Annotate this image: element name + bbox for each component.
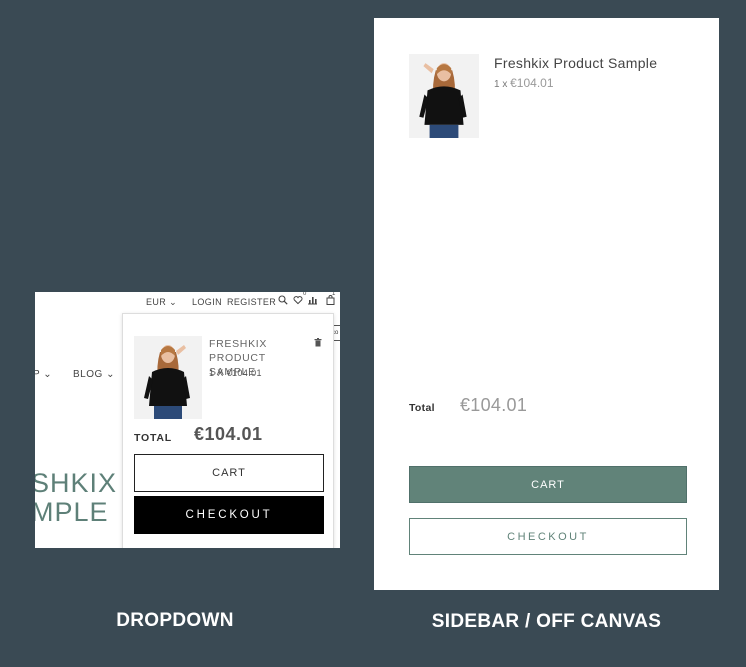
dropdown-preview: EUR ⌄ LOGIN REGISTER 0 1 P ⌄ BLOG ⌄ SHKI… (35, 292, 340, 548)
cart-count-badge: 1 (332, 292, 336, 297)
top-bar: EUR ⌄ LOGIN REGISTER 0 1 (35, 292, 340, 312)
currency-selector[interactable]: EUR ⌄ (146, 297, 177, 308)
nav-item-blog[interactable]: BLOG ⌄ (73, 369, 115, 380)
product-quantity-price: 1 x €104.01 (494, 76, 554, 90)
register-link[interactable]: REGISTER (227, 297, 276, 307)
product-thumbnail[interactable] (134, 336, 202, 419)
total-label: TOTAL (134, 432, 173, 444)
dropdown-caption: DROPDOWN (116, 610, 234, 631)
trash-icon[interactable] (314, 338, 322, 347)
checkout-button[interactable]: CHECKOUT (409, 518, 687, 555)
product-thumbnail[interactable] (409, 54, 479, 138)
product-quantity: 1 x (494, 79, 508, 90)
product-name[interactable]: Freshkix Product Sample (494, 55, 657, 71)
search-icon[interactable] (278, 295, 288, 305)
hero-title-partial: SHKIX MPLE (35, 469, 117, 527)
nav-item-partial[interactable]: P ⌄ (35, 369, 52, 380)
total-amount: €104.01 (460, 395, 528, 415)
heart-icon[interactable] (293, 295, 303, 305)
cart-button[interactable]: CART (134, 454, 324, 492)
cart-dropdown-panel: FRESHKIX PRODUCT SAMPLE 1 X €104.01 TOTA… (122, 313, 334, 548)
sidebar-preview: Freshkix Product Sample 1 x €104.01 Tota… (374, 18, 719, 590)
hero-line-2: MPLE (35, 497, 109, 527)
total-amount: €104.01 (194, 424, 263, 444)
chart-icon[interactable] (307, 295, 318, 305)
product-quantity-price: 1 X €104.01 (209, 368, 262, 378)
checkout-button[interactable]: CHECKOUT (134, 496, 324, 534)
login-link[interactable]: LOGIN (192, 297, 222, 307)
sidebar-caption: SIDEBAR / OFF CANVAS (431, 611, 662, 632)
cart-button[interactable]: CART (409, 466, 687, 503)
hero-line-1: SHKIX (35, 468, 118, 498)
total-label: Total (409, 402, 435, 414)
product-price: €104.01 (510, 76, 554, 90)
